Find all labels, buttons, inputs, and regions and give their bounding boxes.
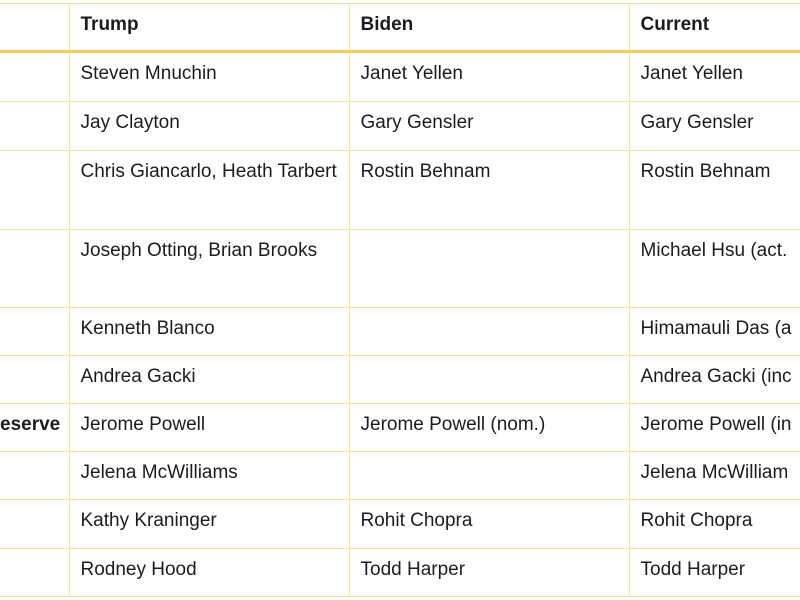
table-row: Rodney Hood Todd Harper Todd Harper [0, 548, 800, 597]
cell-current: Michael Hsu (act. [628, 229, 800, 308]
table-row: Joseph Otting, Brian Brooks Michael Hsu (… [0, 229, 800, 308]
cell-trump: Kathy Kraninger [68, 499, 350, 549]
cell-trump: Andrea Gacki [68, 355, 350, 404]
cell-text: Steven Mnuchin [80, 63, 217, 84]
table-row: Jelena McWilliams Jelena McWilliam [0, 451, 800, 500]
cell-agency [0, 229, 70, 308]
cell-trump: Joseph Otting, Brian Brooks [68, 229, 350, 308]
cell-biden [348, 355, 630, 404]
cell-trump: Kenneth Blanco [68, 307, 350, 356]
cell-text: Jelena McWilliams [80, 462, 238, 483]
table-row: Chris Giancarlo, Heath Tarbert Rostin Beh… [0, 150, 800, 230]
cell-text: Gary Gensler [360, 112, 474, 133]
cell-current: Janet Yellen [628, 51, 800, 102]
header-trump: Trump [68, 3, 350, 53]
cell-text: Andrea Gacki [80, 366, 196, 387]
cell-current: Andrea Gacki (inc [628, 355, 800, 404]
cell-biden: Janet Yellen [348, 51, 630, 102]
header-row: Trump Biden Current [0, 3, 800, 53]
cell-text: Jelena McWilliam [640, 462, 789, 483]
cell-agency [0, 499, 70, 549]
cell-biden: Gary Gensler [348, 101, 630, 151]
cell-text: Rodney Hood [80, 559, 197, 580]
cell-agency [0, 51, 70, 102]
cell-text: Chris Giancarlo, Heath Tarbert [80, 161, 337, 182]
table-row: Jay Clayton Gary Gensler Gary Gensler [0, 101, 800, 151]
cell-biden [348, 451, 630, 500]
cell-text: Kathy Kraninger [80, 510, 217, 531]
cell-text: Janet Yellen [360, 63, 464, 84]
table-row: Kathy Kraninger Rohit Chopra Rohit Chopra [0, 499, 800, 549]
cell-current: Jerome Powell (in [628, 403, 800, 452]
cell-agency [0, 355, 70, 404]
cell-text: Rostin Behnam [360, 161, 491, 182]
cell-text: Gary Gensler [640, 112, 754, 133]
header-agency [0, 3, 70, 53]
cell-agency [0, 101, 70, 151]
cell-agency [0, 150, 70, 230]
cell-trump: Jay Clayton [68, 101, 350, 151]
cell-biden: Rostin Behnam [348, 150, 630, 230]
cell-trump: Jerome Powell [68, 403, 350, 452]
cell-text: Jerome Powell (nom.) [360, 414, 546, 435]
cell-agency [0, 548, 70, 597]
cell-biden [348, 229, 630, 308]
cell-trump: Chris Giancarlo, Heath Tarbert [68, 150, 350, 230]
cell-text: Jerome Powell [80, 414, 206, 435]
cell-current: Gary Gensler [628, 101, 800, 151]
cell-biden: Jerome Powell (nom.) [348, 403, 630, 452]
cell-biden: Rohit Chopra [348, 499, 630, 549]
cell-biden [348, 307, 630, 356]
cell-text: Todd Harper [640, 559, 746, 580]
cell-text: Rostin Behnam [640, 161, 771, 182]
cell-biden: Todd Harper [348, 548, 630, 597]
officials-table: Trump Biden Current Steven Mnuchin Janet … [0, 3, 800, 597]
cell-text: Jerome Powell (in [640, 414, 792, 435]
header-current: Current [628, 3, 800, 53]
cell-text: Rohit Chopra [360, 510, 473, 531]
cell-text: Rohit Chopra [640, 510, 753, 531]
cell-text: Todd Harper [360, 559, 466, 580]
table-row: Andrea Gacki Andrea Gacki (inc [0, 355, 800, 404]
cell-trump: Rodney Hood [68, 548, 350, 597]
cell-agency: eserve [0, 403, 70, 452]
header-biden: Biden [348, 3, 630, 53]
cell-current: Himamauli Das (a [628, 307, 800, 356]
cell-text: Andrea Gacki (inc [640, 366, 792, 387]
cell-text: Kenneth Blanco [80, 318, 215, 339]
cell-trump: Jelena McWilliams [68, 451, 350, 500]
cell-current: Todd Harper [628, 548, 800, 597]
cell-current: Jelena McWilliam [628, 451, 800, 500]
cell-agency [0, 451, 70, 500]
cell-trump: Steven Mnuchin [68, 51, 350, 102]
cell-text: Joseph Otting, Brian Brooks [80, 240, 318, 261]
cell-text: Jay Clayton [80, 112, 180, 133]
cell-current: Rohit Chopra [628, 499, 800, 549]
cell-text: Michael Hsu (act. [640, 240, 788, 261]
cell-current: Rostin Behnam [628, 150, 800, 230]
cell-text: Himamauli Das (a [640, 318, 792, 339]
cell-agency [0, 307, 70, 356]
table-row: eserve Jerome Powell Jerome Powell (nom.) J… [0, 403, 800, 452]
table-row: Steven Mnuchin Janet Yellen Janet Yellen [0, 51, 800, 102]
cell-text: Janet Yellen [640, 63, 744, 84]
cell-text: eserve [0, 414, 61, 435]
table-row: Kenneth Blanco Himamauli Das (a [0, 307, 800, 356]
